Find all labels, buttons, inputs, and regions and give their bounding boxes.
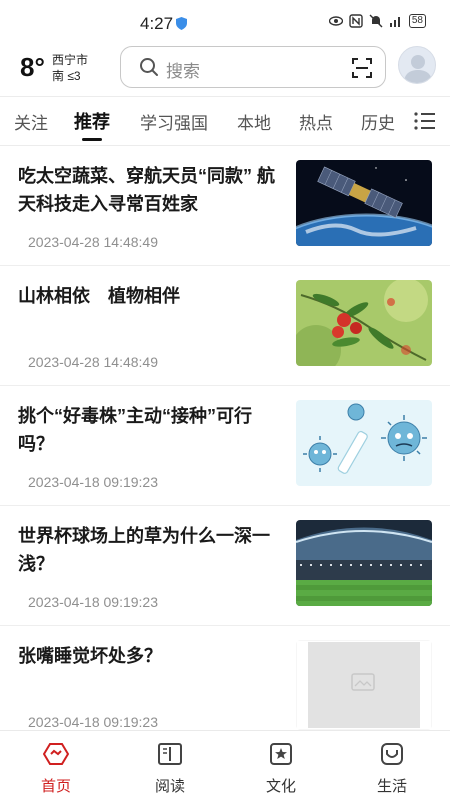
red-berries-plant-image[interactable] (296, 280, 432, 366)
tab-local[interactable]: 本地 (237, 109, 271, 134)
search-input[interactable]: 搜索 (120, 46, 386, 88)
shield-icon (176, 17, 187, 30)
news-date: 2023-04-18 09:19:23 (28, 474, 158, 490)
news-date: 2023-04-18 09:19:23 (28, 714, 158, 730)
virus-cartoon-image[interactable] (296, 400, 432, 486)
news-title[interactable]: 吃太空蔬菜、穿航天员“同款” 航天科技走入寻常百姓家 (18, 162, 280, 218)
nav-label: 文化 (265, 778, 296, 795)
battery-icon: 58 (408, 14, 426, 28)
news-title[interactable]: 山林相依 植物相伴 (18, 282, 280, 310)
satellite-earth-image[interactable] (296, 160, 432, 246)
news-date: 2023-04-28 14:48:49 (28, 234, 158, 250)
news-date: 2023-04-18 09:19:23 (28, 594, 158, 610)
mute-icon (369, 14, 383, 28)
culture-icon (270, 743, 292, 765)
weather-temperature[interactable]: 8° (20, 52, 45, 83)
news-title[interactable]: 张嘴睡觉坏处多？ (18, 642, 280, 670)
life-icon (381, 743, 403, 765)
search-icon (140, 58, 158, 76)
menu-icon[interactable] (414, 111, 436, 131)
book-icon (158, 743, 182, 765)
search-placeholder: 搜索 (166, 62, 200, 81)
weather-city[interactable]: 西宁市 (52, 51, 88, 68)
channel-tabs: 关注 推荐 学习强国 本地 热点 历史 (0, 96, 450, 146)
nfc-icon (349, 14, 363, 28)
news-feed: 吃太空蔬菜、穿航天员“同款” 航天科技走入寻常百姓家 2023-04-28 14… (0, 146, 450, 730)
tab-follow[interactable]: 关注 (14, 109, 48, 134)
nav-label: 首页 (40, 778, 71, 795)
news-item[interactable]: 挑个“好毒株”主动“接种”可行吗？ 2023-04-18 09:19:23 (0, 386, 450, 506)
nav-read[interactable]: 阅读 (140, 737, 200, 797)
placeholder-image[interactable] (296, 640, 432, 730)
news-item[interactable]: 山林相依 植物相伴 2023-04-28 14:48:49 (0, 266, 450, 386)
news-title[interactable]: 世界杯球场上的草为什么一深一浅？ (18, 522, 280, 578)
nav-label: 生活 (376, 778, 407, 795)
news-item[interactable]: 吃太空蔬菜、穿航天员“同款” 航天科技走入寻常百姓家 2023-04-28 14… (0, 146, 450, 266)
user-icon (404, 55, 432, 83)
news-item[interactable]: 世界杯球场上的草为什么一深一浅？ 2023-04-18 09:19:23 (0, 506, 450, 626)
stadium-image[interactable] (296, 520, 432, 606)
bottom-nav: 首页 阅读 文化 生活 (0, 730, 450, 800)
signal-icon (389, 17, 400, 27)
status-icons: 58 (328, 14, 426, 28)
tab-history[interactable]: 历史 (361, 109, 395, 134)
home-icon (43, 743, 69, 765)
avatar[interactable] (398, 46, 436, 84)
scan-icon[interactable] (351, 57, 373, 79)
tab-hot[interactable]: 热点 (299, 109, 333, 134)
nav-home[interactable]: 首页 (26, 737, 86, 797)
nav-life[interactable]: 生活 (362, 737, 422, 797)
tab-recommend[interactable]: 推荐 (74, 108, 110, 134)
weather-wind: 南 ≤3 (52, 69, 81, 83)
status-time: 4:27 (140, 14, 174, 33)
eye-icon (328, 16, 343, 26)
news-title[interactable]: 挑个“好毒株”主动“接种”可行吗？ (18, 402, 280, 458)
tab-xuexi[interactable]: 学习强国 (140, 109, 208, 134)
nav-culture[interactable]: 文化 (251, 737, 311, 797)
nav-label: 阅读 (154, 778, 185, 795)
news-item[interactable]: 张嘴睡觉坏处多？ 2023-04-18 09:19:23 (0, 626, 450, 730)
news-date: 2023-04-28 14:48:49 (28, 354, 158, 370)
active-tab-indicator (82, 138, 102, 141)
status-bar: 4:27 58 (0, 0, 450, 40)
